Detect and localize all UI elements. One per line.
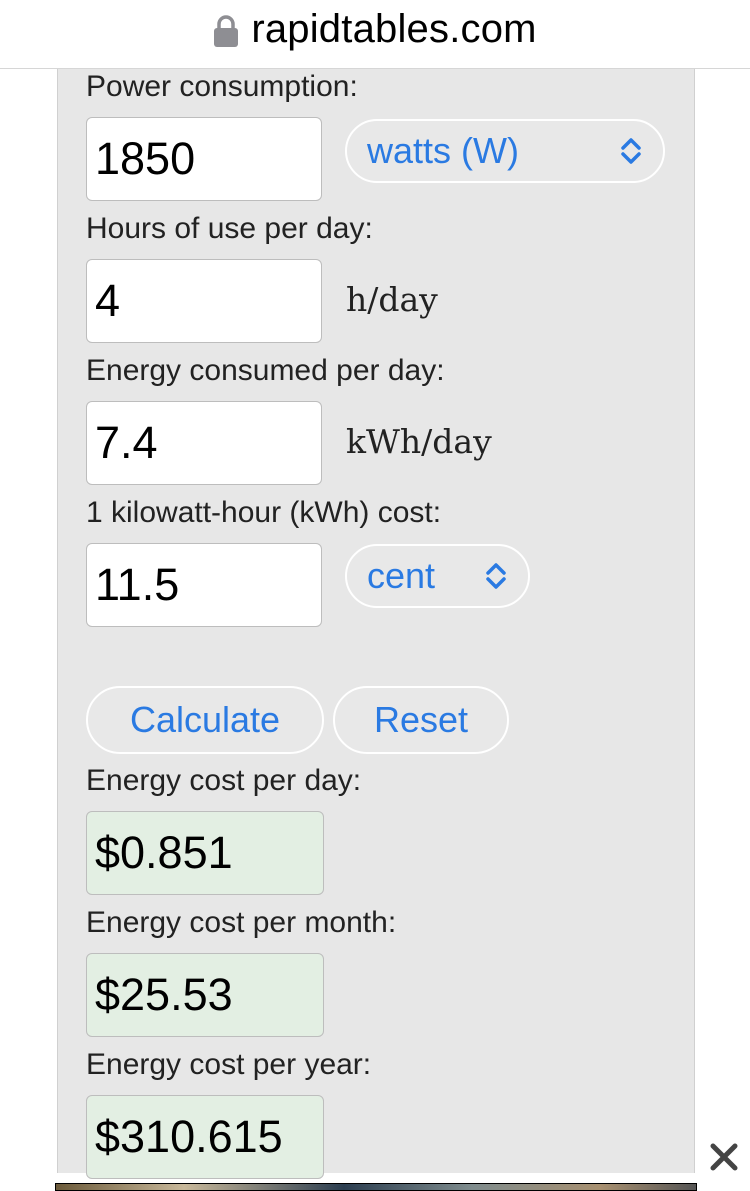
chevron-up-down-icon	[486, 563, 506, 589]
power-unit-value: watts (W)	[367, 130, 519, 171]
cost-input[interactable]: 11.5	[86, 543, 322, 627]
hours-input[interactable]: 4	[86, 259, 322, 343]
chevron-up-down-icon	[621, 138, 641, 164]
ad-close-button[interactable]	[700, 1133, 748, 1181]
cost-month-label: Energy cost per month:	[86, 906, 397, 939]
calculate-button[interactable]: Calculate	[86, 686, 324, 754]
cost-label: 1 kilowatt-hour (kWh) cost:	[86, 496, 442, 529]
hours-label: Hours of use per day:	[86, 212, 373, 245]
cost-unit-select[interactable]: cent	[345, 544, 530, 608]
lock-icon	[214, 15, 239, 47]
url-domain: rapidtables.com	[251, 6, 537, 51]
cost-year-label: Energy cost per year:	[86, 1048, 372, 1081]
cost-day-output: $0.851	[86, 811, 324, 895]
ad-banner[interactable]	[55, 1183, 697, 1191]
cost-year-output: $310.615	[86, 1095, 324, 1179]
energy-unit: kWh/day	[346, 422, 492, 461]
cost-unit-value: cent	[367, 555, 436, 596]
cost-month-output: $25.53	[86, 953, 324, 1037]
energy-label: Energy consumed per day:	[86, 354, 445, 387]
power-unit-select[interactable]: watts (W)	[345, 119, 665, 183]
energy-input[interactable]: 7.4	[86, 401, 322, 485]
power-label: Power consumption:	[86, 70, 358, 103]
reset-button[interactable]: Reset	[333, 686, 509, 754]
browser-address-bar[interactable]: rapidtables.com	[0, 0, 750, 69]
hours-unit: h/day	[346, 280, 438, 319]
close-icon	[710, 1143, 738, 1171]
power-input[interactable]: 1850	[86, 117, 322, 201]
cost-day-label: Energy cost per day:	[86, 764, 362, 797]
